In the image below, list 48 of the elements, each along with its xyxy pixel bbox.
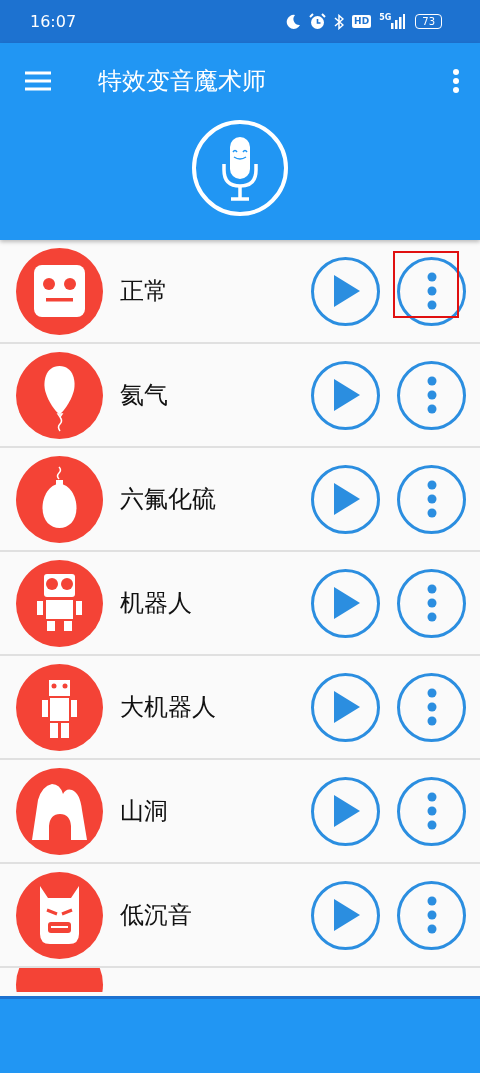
alarm-icon bbox=[309, 13, 327, 30]
balloon-icon bbox=[16, 351, 103, 439]
robot-icon bbox=[16, 663, 103, 751]
more-options-icon bbox=[426, 480, 437, 518]
effect-name: 山洞 bbox=[120, 796, 169, 827]
more-button[interactable] bbox=[397, 880, 466, 950]
play-button[interactable] bbox=[311, 256, 380, 326]
robot-face-icon bbox=[16, 247, 103, 335]
effect-name: 机器人 bbox=[120, 588, 193, 619]
play-button[interactable] bbox=[311, 776, 380, 846]
play-button[interactable] bbox=[311, 880, 380, 950]
masked-face-icon bbox=[16, 871, 103, 959]
effect-name: 六氟化硫 bbox=[120, 484, 217, 515]
more-button[interactable] bbox=[397, 568, 466, 638]
more-options-icon bbox=[426, 272, 437, 310]
play-button[interactable] bbox=[311, 672, 380, 742]
more-button[interactable] bbox=[397, 776, 466, 846]
play-button[interactable] bbox=[311, 568, 380, 638]
network-label: 5G bbox=[379, 14, 392, 22]
effect-name: 正常 bbox=[120, 276, 169, 307]
effect-name: 氦气 bbox=[120, 380, 169, 411]
highlight-frame bbox=[393, 250, 459, 318]
menu-icon[interactable] bbox=[25, 71, 51, 91]
bluetooth-icon bbox=[334, 13, 345, 30]
battery-indicator: 73 bbox=[415, 14, 442, 29]
play-button[interactable] bbox=[311, 464, 380, 534]
effect-name: 大机器人 bbox=[120, 692, 217, 723]
more-button[interactable] bbox=[397, 464, 466, 534]
more-options-icon bbox=[426, 896, 437, 934]
more-button[interactable] bbox=[397, 672, 466, 742]
more-button[interactable] bbox=[397, 360, 466, 430]
more-options-icon[interactable] bbox=[452, 69, 460, 93]
cave-icon bbox=[16, 767, 103, 855]
more-options-icon bbox=[426, 376, 437, 414]
more-options-icon bbox=[426, 688, 437, 726]
more-button[interactable] bbox=[397, 256, 466, 326]
robot-icon bbox=[16, 559, 103, 647]
play-button[interactable] bbox=[311, 360, 380, 430]
moon-icon bbox=[285, 13, 302, 30]
more-options-icon bbox=[426, 792, 437, 830]
hd-indicator: HD bbox=[352, 15, 372, 28]
app-title: 特效变音魔术师 bbox=[98, 66, 267, 97]
balloon-icon bbox=[16, 455, 103, 543]
microphone-button[interactable] bbox=[191, 119, 289, 217]
effect-name: 低沉音 bbox=[120, 900, 193, 931]
signal-icon bbox=[391, 14, 406, 29]
status-time: 16:07 bbox=[30, 10, 77, 33]
more-options-icon bbox=[426, 584, 437, 622]
